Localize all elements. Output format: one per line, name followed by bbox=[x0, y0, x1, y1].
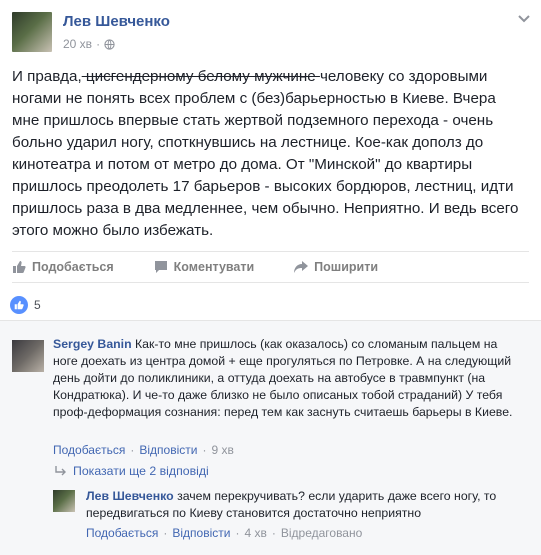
globe-icon[interactable] bbox=[104, 38, 115, 50]
share-button[interactable]: Поширити bbox=[294, 260, 378, 274]
thumbs-up-icon bbox=[13, 261, 26, 273]
comment-reply-link[interactable]: Відповісти bbox=[139, 443, 197, 457]
share-arrow-icon bbox=[294, 261, 309, 273]
post-body-rest: человеку со здоровыми ногами не понять в… bbox=[12, 68, 519, 239]
comment-meta: Подобається · Відповісти · 9 хв bbox=[53, 443, 234, 457]
reply-author-avatar[interactable] bbox=[53, 490, 75, 512]
show-more-replies-label: Показати ще 2 відповіді bbox=[73, 464, 209, 478]
facebook-post: Лев Шевченко 20 хв · И правда, цисгендер… bbox=[0, 0, 541, 555]
comments-section: Sergey Banin Как-то мне пришлось (как ок… bbox=[0, 320, 541, 555]
reaction-summary[interactable]: 5 bbox=[10, 296, 41, 314]
reply-edited[interactable]: Відредаговано bbox=[281, 526, 362, 540]
author-avatar[interactable] bbox=[12, 12, 52, 52]
comment: Sergey Banin Как-то мне пришлось (как ок… bbox=[53, 336, 523, 421]
reply-reply-link[interactable]: Відповісти bbox=[172, 526, 230, 540]
reply-arrow-icon bbox=[55, 466, 66, 476]
commenter-name[interactable]: Sergey Banin bbox=[53, 337, 132, 351]
comment-label: Коментувати bbox=[173, 260, 255, 274]
chevron-down-icon[interactable] bbox=[517, 14, 531, 24]
speech-bubble-icon bbox=[154, 261, 167, 273]
reply-meta: Подобається · Відповісти · 4 хв · Відред… bbox=[86, 526, 363, 540]
comment-like-link[interactable]: Подобається bbox=[53, 443, 125, 457]
share-label: Поширити bbox=[314, 260, 379, 274]
comment-button[interactable]: Коментувати bbox=[154, 260, 255, 274]
reaction-count: 5 bbox=[34, 298, 41, 312]
post-body: И правда, цисгендерному белому мужчине ч… bbox=[12, 66, 527, 242]
post-body-strikethrough: цисгендерному белому мужчине bbox=[81, 68, 320, 85]
post-time[interactable]: 20 хв bbox=[63, 37, 92, 51]
post-author-name[interactable]: Лев Шевченко bbox=[63, 13, 170, 30]
like-label: Подобається bbox=[32, 260, 114, 274]
show-more-replies[interactable]: Показати ще 2 відповіді bbox=[53, 464, 209, 478]
like-button[interactable]: Подобається bbox=[12, 260, 114, 274]
reply-comment: Лев Шевченко зачем перекручивать? если у… bbox=[86, 488, 526, 522]
comment-time[interactable]: 9 хв bbox=[211, 443, 233, 457]
reply-like-link[interactable]: Подобається bbox=[86, 526, 158, 540]
commenter-avatar[interactable] bbox=[12, 340, 44, 372]
post-body-start: И правда, bbox=[12, 68, 82, 85]
reply-author-name[interactable]: Лев Шевченко bbox=[86, 489, 174, 503]
post-action-bar: Подобається Коментувати Поширити bbox=[12, 251, 529, 283]
reply-time[interactable]: 4 хв bbox=[244, 526, 266, 540]
like-reaction-icon bbox=[10, 296, 28, 314]
post-meta: 20 хв · bbox=[63, 37, 115, 51]
